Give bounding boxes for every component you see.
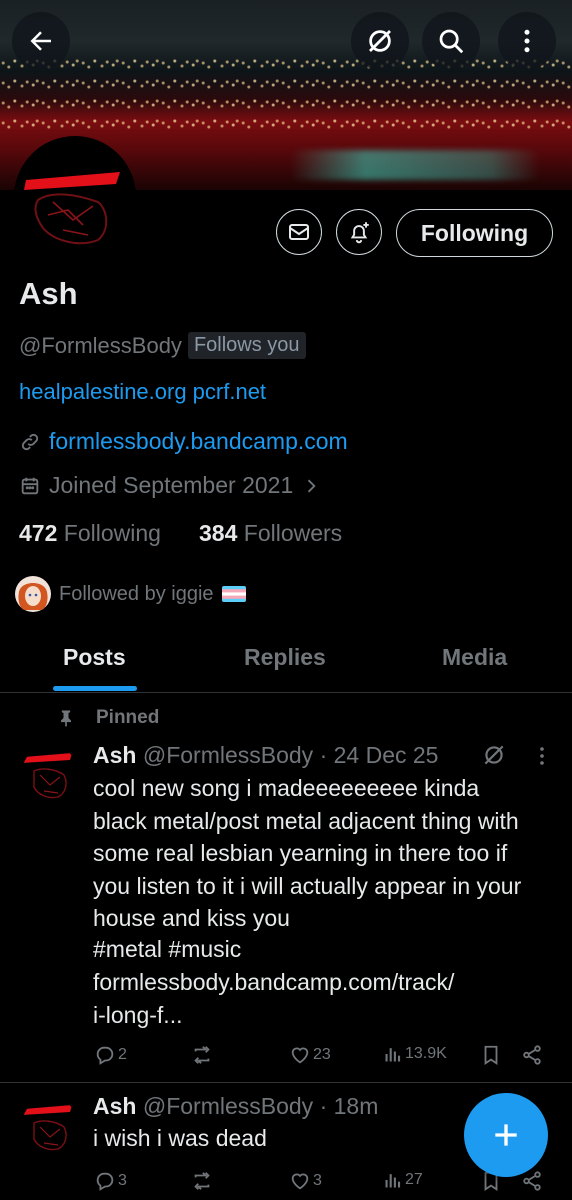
post-text: i wish i was dead — [93, 1125, 267, 1151]
trans-flag-icon — [221, 586, 246, 602]
profile-name: Ash — [19, 276, 78, 311]
grok-button[interactable] — [351, 12, 409, 70]
reply-button[interactable]: 2 — [94, 1044, 127, 1066]
more-vertical-icon[interactable] — [530, 744, 554, 768]
pin-icon — [61, 710, 71, 727]
link-icon — [21, 433, 39, 450]
like-count: 3 — [313, 1172, 322, 1189]
followed-by-text: Followed by iggie — [59, 582, 214, 605]
post-hashtags[interactable]: #metal #music — [93, 933, 241, 966]
search-icon — [439, 29, 464, 54]
avatar-art — [18, 140, 132, 254]
joined-date: Joined September 2021 — [49, 472, 294, 498]
followers-count: 384 — [199, 520, 238, 546]
tab-replies[interactable]: Replies — [244, 644, 326, 671]
follower-avatar — [15, 576, 51, 612]
more-vertical-icon — [524, 29, 530, 53]
pinned-label: Pinned — [96, 707, 160, 728]
compose-button[interactable] — [464, 1093, 548, 1177]
mail-icon — [289, 224, 309, 240]
repost-icon — [194, 1172, 210, 1190]
post-link[interactable]: formlessbody.bandcamp.com/track/ i-long-… — [93, 966, 454, 1031]
message-button[interactable] — [276, 209, 322, 255]
website-row[interactable]: formlessbody.bandcamp.com — [19, 428, 348, 455]
avatar-art — [22, 1105, 72, 1151]
grok-icon — [369, 30, 391, 52]
reply-button[interactable]: 3 — [94, 1170, 127, 1192]
chevron-right-icon — [308, 479, 316, 492]
profile-bio[interactable]: healpalestine.org pcrf.net — [19, 379, 266, 405]
banner-highlight — [290, 150, 540, 180]
reply-icon — [96, 1046, 114, 1065]
post-avatar[interactable] — [22, 745, 78, 801]
post-meta: @FormlessBody · 24 Dec 25 — [142, 742, 439, 768]
back-button[interactable] — [12, 12, 70, 70]
grok-icon[interactable] — [481, 742, 507, 768]
post-author-name: Ash — [93, 1093, 137, 1119]
analytics-icon — [385, 1048, 401, 1062]
views-count: 13.9K — [405, 1045, 447, 1062]
joined-row[interactable]: Joined September 2021 — [19, 472, 321, 499]
post-avatar[interactable] — [22, 1097, 78, 1153]
following-label: Following — [63, 520, 161, 546]
avatar-art — [22, 753, 72, 799]
active-tab-indicator — [53, 686, 137, 691]
profile-avatar[interactable] — [14, 136, 136, 258]
followers-stat[interactable]: 384 Followers — [199, 520, 342, 547]
tab-posts[interactable]: Posts — [63, 644, 126, 671]
pinned-indicator: Pinned — [56, 707, 159, 729]
reply-icon — [96, 1172, 114, 1191]
post-meta: @FormlessBody · 18m — [142, 1093, 379, 1119]
analytics-icon — [385, 1174, 401, 1188]
more-options-button[interactable] — [498, 12, 556, 70]
tabs-divider — [0, 692, 572, 693]
following-button[interactable]: Following — [396, 209, 553, 257]
heart-icon — [291, 1047, 309, 1064]
tab-media[interactable]: Media — [442, 644, 507, 671]
views-button[interactable]: 27 — [383, 1170, 423, 1190]
like-button[interactable]: 23 — [289, 1044, 331, 1066]
website-link[interactable]: formlessbody.bandcamp.com — [49, 428, 348, 455]
share-icon[interactable] — [521, 1044, 543, 1066]
repost-button[interactable] — [190, 1170, 216, 1192]
share-icon[interactable] — [521, 1170, 543, 1192]
reply-count: 3 — [118, 1172, 127, 1189]
post-link-line-1[interactable]: formlessbody.bandcamp.com/track/ — [93, 966, 454, 999]
views-count: 27 — [405, 1171, 423, 1188]
repost-button[interactable] — [190, 1044, 216, 1066]
post-text: cool new song i madeeeeeeeee kinda black… — [93, 775, 522, 931]
followed-by-row[interactable]: Followed by iggie — [15, 576, 246, 612]
banner-city-lights — [0, 55, 572, 135]
like-button[interactable]: 3 — [289, 1170, 322, 1192]
post-header[interactable]: Ash @FormlessBody · 24 Dec 25 — [93, 742, 438, 769]
handle-row: @FormlessBody Follows you — [19, 332, 306, 359]
profile-handle: @FormlessBody — [19, 332, 182, 358]
arrow-left-icon — [30, 31, 51, 51]
notifications-button[interactable] — [336, 209, 382, 255]
bell-plus-icon — [350, 222, 369, 244]
following-stat[interactable]: 472 Following — [19, 520, 161, 547]
following-count: 472 — [19, 520, 58, 546]
reply-count: 2 — [118, 1046, 127, 1063]
post-author-name: Ash — [93, 742, 137, 768]
heart-icon — [291, 1173, 309, 1190]
follows-you-badge: Follows you — [187, 332, 306, 359]
repost-icon — [194, 1046, 210, 1064]
followers-label: Followers — [243, 520, 343, 546]
post-link-line-2[interactable]: i-long-f... — [93, 999, 454, 1032]
like-count: 23 — [313, 1046, 331, 1063]
views-button[interactable]: 13.9K — [383, 1044, 447, 1064]
post-divider — [0, 1082, 572, 1083]
post-header[interactable]: Ash @FormlessBody · 18m — [93, 1093, 378, 1120]
plus-icon — [495, 1124, 517, 1146]
bookmark-icon[interactable] — [480, 1044, 502, 1066]
calendar-icon — [21, 477, 39, 494]
search-button[interactable] — [422, 12, 480, 70]
